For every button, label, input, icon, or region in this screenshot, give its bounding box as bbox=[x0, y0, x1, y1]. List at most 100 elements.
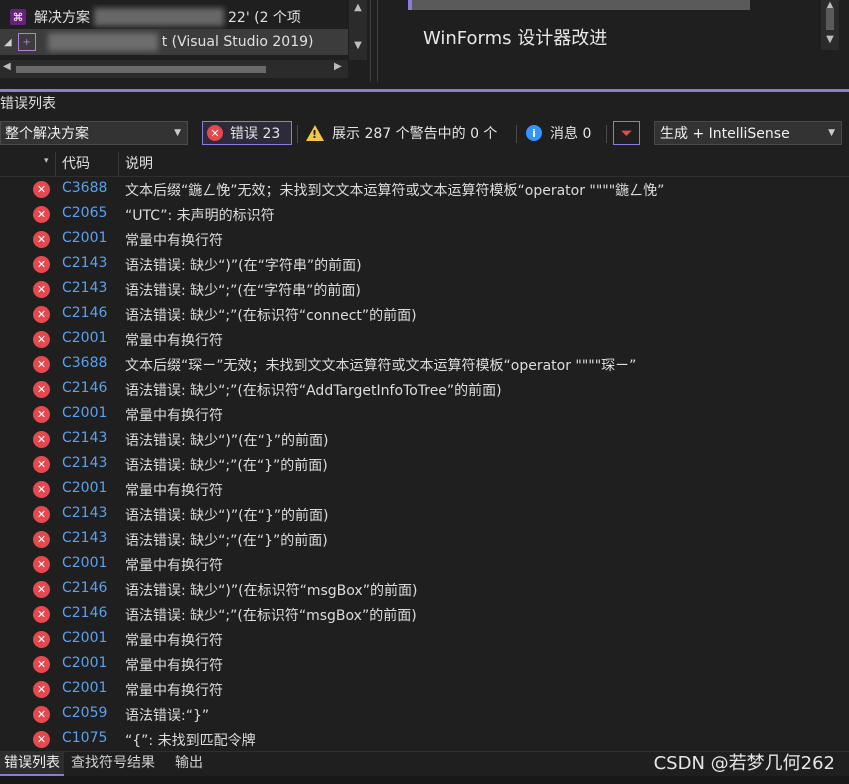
error-row[interactable]: ✕ C2146 语法错误: 缺少“;”(在标识符“msgBox”的前面) bbox=[0, 602, 849, 627]
error-row[interactable]: ✕ C2143 语法错误: 缺少“;”(在“字符串”的前面) bbox=[0, 277, 849, 302]
error-row[interactable]: ✕ C2001 常量中有换行符 bbox=[0, 402, 849, 427]
warnings-toggle-button[interactable]: ! 展示 287 个警告中的 0 个 bbox=[304, 121, 497, 145]
scroll-left-arrow-icon[interactable]: ◀ bbox=[3, 61, 11, 72]
error-code-link[interactable]: C2001 bbox=[62, 630, 107, 646]
error-description: 语法错误:“}” bbox=[125, 708, 210, 724]
error-description: 文本后缀“琛ㄧ”无效；未找到文文本运算符或文本运算符模板“operator ""… bbox=[125, 358, 637, 374]
scroll-right-arrow-icon[interactable]: ▶ bbox=[334, 61, 342, 72]
error-code-link[interactable]: C2146 bbox=[62, 380, 107, 396]
project-node[interactable]: ◢ + t (Visual Studio 2019) bbox=[0, 29, 348, 55]
error-row[interactable]: ✕ C2001 常量中有换行符 bbox=[0, 677, 849, 702]
error-row[interactable]: ✕ C2001 常量中有换行符 bbox=[0, 627, 849, 652]
error-code-link[interactable]: C2001 bbox=[62, 330, 107, 346]
error-description: 语法错误: 缺少“;”(在标识符“msgBox”的前面) bbox=[125, 608, 417, 624]
solution-horizontal-scrollbar[interactable]: ◀ ▶ bbox=[0, 60, 348, 78]
filter-button[interactable]: ⏷ bbox=[613, 121, 640, 145]
error-row[interactable]: ✕ C2143 语法错误: 缺少“)”(在“}”的前面) bbox=[0, 502, 849, 527]
error-description: 语法错误: 缺少“)”(在“字符串”的前面) bbox=[125, 258, 362, 274]
error-row[interactable]: ✕ C2143 语法错误: 缺少“)”(在“字符串”的前面) bbox=[0, 252, 849, 277]
column-header-description[interactable]: 说明 bbox=[118, 152, 845, 176]
news-vertical-scrollbar[interactable]: ▲ ▼ bbox=[821, 0, 839, 50]
error-row[interactable]: ✕ C2001 常量中有换行符 bbox=[0, 327, 849, 352]
error-row[interactable]: ✕ C2146 语法错误: 缺少“)”(在标识符“msgBox”的前面) bbox=[0, 577, 849, 602]
whats-new-panel: WinForms 设计器改进 ▲ ▼ bbox=[377, 0, 849, 82]
messages-toggle-button[interactable]: i 消息 0 bbox=[526, 121, 591, 145]
error-row[interactable]: ✕ C3688 文本后缀“琛ㄧ”无效；未找到文文本运算符或文本运算符模板“opera… bbox=[0, 352, 849, 377]
solution-vertical-scrollbar[interactable]: ▲ ▼ bbox=[349, 0, 367, 60]
error-icon: ✕ bbox=[33, 331, 50, 348]
error-code-link[interactable]: C2065 bbox=[62, 205, 107, 221]
error-code-link[interactable]: C2146 bbox=[62, 305, 107, 321]
error-code-link[interactable]: C2143 bbox=[62, 505, 107, 521]
error-row[interactable]: ✕ C2146 语法错误: 缺少“;”(在标识符“connect”的前面) bbox=[0, 302, 849, 327]
error-description: 常量中有换行符 bbox=[125, 333, 223, 349]
error-row[interactable]: ✕ C2059 语法错误:“}” bbox=[0, 702, 849, 727]
error-row[interactable]: ✕ C3688 文本后缀“鍦ㄥ悗”无效；未找到文文本运算符或文本运算符模板“oper… bbox=[0, 177, 849, 202]
error-row[interactable]: ✕ C2001 常量中有换行符 bbox=[0, 227, 849, 252]
error-code-link[interactable]: C2001 bbox=[62, 655, 107, 671]
scroll-down-arrow-icon[interactable]: ▼ bbox=[821, 34, 839, 45]
error-row[interactable]: ✕ C2001 常量中有换行符 bbox=[0, 652, 849, 677]
error-icon: ✕ bbox=[33, 231, 50, 248]
error-row[interactable]: ✕ C2143 语法错误: 缺少“;”(在“}”的前面) bbox=[0, 527, 849, 552]
error-row[interactable]: ✕ C2001 常量中有换行符 bbox=[0, 477, 849, 502]
error-row[interactable]: ✕ C1075 “{”: 未找到匹配令牌 bbox=[0, 727, 849, 751]
scope-dropdown[interactable]: 整个解决方案 ▼ bbox=[0, 121, 188, 145]
error-code-link[interactable]: C1075 bbox=[62, 730, 107, 746]
error-code-link[interactable]: C2143 bbox=[62, 455, 107, 471]
error-row[interactable]: ✕ C2146 语法错误: 缺少“;”(在标识符“AddTargetInfoToTr… bbox=[0, 377, 849, 402]
error-icon: ✕ bbox=[33, 681, 50, 698]
error-code-link[interactable]: C2143 bbox=[62, 530, 107, 546]
vertical-scroll-thumb[interactable] bbox=[826, 8, 834, 30]
error-description: “UTC”: 未声明的标识符 bbox=[125, 208, 275, 224]
error-icon: ✕ bbox=[33, 256, 50, 273]
error-description: 常量中有换行符 bbox=[125, 658, 223, 674]
error-row[interactable]: ✕ C2143 语法错误: 缺少“;”(在“}”的前面) bbox=[0, 452, 849, 477]
error-icon: ✕ bbox=[33, 581, 50, 598]
error-code-link[interactable]: C2059 bbox=[62, 705, 107, 721]
errors-label: 错误 23 bbox=[230, 126, 281, 142]
scroll-up-arrow-icon[interactable]: ▲ bbox=[349, 2, 367, 13]
error-code-link[interactable]: C2146 bbox=[62, 605, 107, 621]
messages-label: 消息 0 bbox=[550, 126, 592, 142]
error-list-rows: ✕ C3688 文本后缀“鍦ㄥ悗”无效；未找到文文本运算符或文本运算符模板“oper… bbox=[0, 177, 849, 751]
expand-triangle-icon[interactable]: ◢ bbox=[4, 37, 12, 48]
errors-toggle-button[interactable]: ✕ 错误 23 bbox=[202, 121, 292, 145]
build-intellisense-dropdown[interactable]: 生成 + IntelliSense ▼ bbox=[654, 121, 842, 145]
error-icon: ✕ bbox=[33, 631, 50, 648]
error-row[interactable]: ✕ C2001 常量中有换行符 bbox=[0, 552, 849, 577]
error-code-link[interactable]: C2001 bbox=[62, 230, 107, 246]
scroll-down-arrow-icon[interactable]: ▼ bbox=[349, 40, 367, 51]
error-code-link[interactable]: C2143 bbox=[62, 255, 107, 271]
error-code-link[interactable]: C2143 bbox=[62, 430, 107, 446]
error-description: 语法错误: 缺少“)”(在标识符“msgBox”的前面) bbox=[125, 583, 418, 599]
error-row[interactable]: ✕ C2143 语法错误: 缺少“)”(在“}”的前面) bbox=[0, 427, 849, 452]
error-code-link[interactable]: C2146 bbox=[62, 580, 107, 596]
error-list-toolbar: 整个解决方案 ▼ ✕ 错误 23 ! 展示 287 个警告中的 0 个 i 消息… bbox=[0, 117, 849, 150]
column-header-code[interactable]: 代码 bbox=[55, 152, 116, 176]
tab-output[interactable]: 输出 bbox=[171, 752, 207, 774]
error-code-link[interactable]: C3688 bbox=[62, 180, 107, 196]
error-code-link[interactable]: C2001 bbox=[62, 480, 107, 496]
scope-value: 整个解决方案 bbox=[5, 126, 89, 142]
error-row[interactable]: ✕ C2065 “UTC”: 未声明的标识符 bbox=[0, 202, 849, 227]
error-description: 语法错误: 缺少“)”(在“}”的前面) bbox=[125, 433, 329, 449]
error-code-link[interactable]: C2001 bbox=[62, 405, 107, 421]
error-list-column-header: ▾ 代码 说明 bbox=[0, 152, 849, 177]
redacted-project-name bbox=[47, 33, 158, 51]
error-icon: ✕ bbox=[33, 656, 50, 673]
tab-error-list[interactable]: 错误列表 bbox=[0, 752, 64, 776]
error-description: 语法错误: 缺少“;”(在“字符串”的前面) bbox=[125, 283, 361, 299]
tab-find-symbol-results[interactable]: 查找符号结果 bbox=[67, 752, 159, 774]
solution-node[interactable]: ⌘ 解决方案 22' (2 个项 bbox=[0, 4, 348, 30]
error-code-link[interactable]: C2001 bbox=[62, 680, 107, 696]
status-strip bbox=[0, 776, 849, 784]
error-code-link[interactable]: C2001 bbox=[62, 555, 107, 571]
error-description: 语法错误: 缺少“;”(在“}”的前面) bbox=[125, 533, 328, 549]
horizontal-scroll-thumb[interactable] bbox=[16, 66, 266, 73]
error-code-link[interactable]: C3688 bbox=[62, 355, 107, 371]
news-item-link[interactable]: WinForms 设计器改进 bbox=[423, 24, 607, 50]
sort-indicator-icon[interactable]: ▾ bbox=[44, 156, 49, 166]
error-code-link[interactable]: C2143 bbox=[62, 280, 107, 296]
panel-splitter[interactable] bbox=[0, 89, 849, 92]
